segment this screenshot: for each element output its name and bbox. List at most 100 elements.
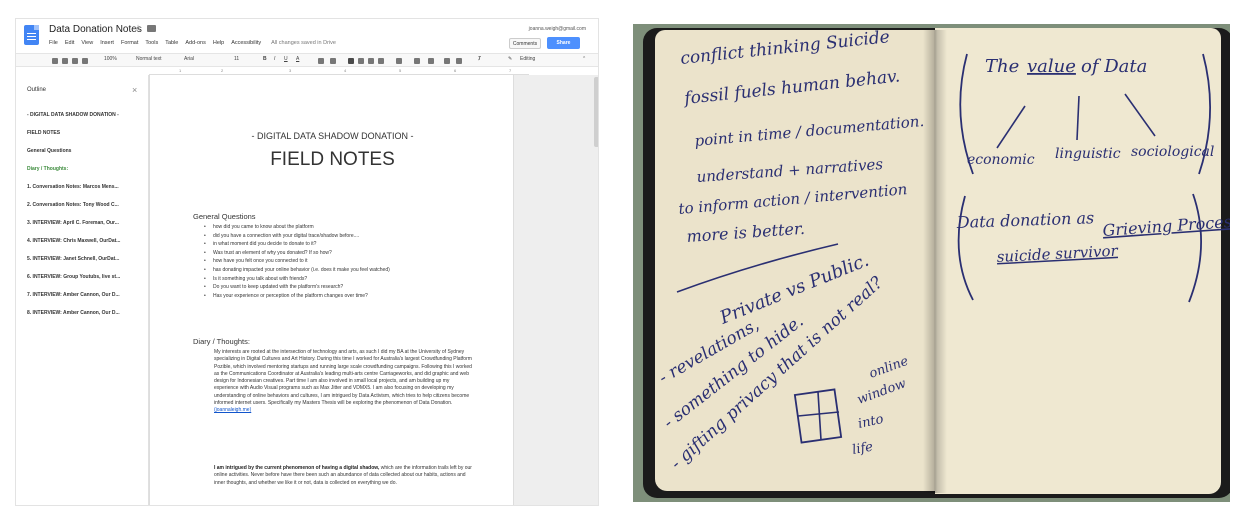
link-icon[interactable]	[318, 58, 324, 64]
menu-insert[interactable]: Insert	[100, 40, 114, 46]
docs-logo-icon[interactable]	[24, 25, 39, 45]
diary-paragraph-1: My interests are rooted at the intersect…	[214, 349, 472, 415]
user-email[interactable]: joanna.weigh@gmail.com	[529, 26, 586, 32]
hw-branch-linguistic: linguistic	[1055, 146, 1121, 162]
ruler-tick: 2	[221, 68, 224, 73]
questions-list: how did you came to know about the platf…	[213, 223, 390, 300]
hw-donation-line-3: suicide survivor	[996, 242, 1119, 266]
list-item: Was trust an element of why you donated?…	[213, 249, 390, 258]
menu-help[interactable]: Help	[213, 40, 224, 46]
outline-panel: Outline × - DIGITAL DATA SHADOW DONATION…	[16, 75, 149, 505]
ruler-tick: 5	[399, 68, 402, 73]
docs-header: Data Donation Notes ☆ File Edit View Ins…	[16, 19, 598, 53]
outline-item[interactable]: Diary / Thoughts:	[27, 166, 145, 172]
website-link[interactable]: (joannaleigh.me)	[214, 407, 251, 413]
list-item: how have you felt once you connected to …	[213, 257, 390, 266]
outline-item[interactable]: 2. Conversation Notes: Tony Wood C...	[27, 202, 145, 208]
hw-title-suffix: of Data	[1081, 56, 1147, 77]
pencil-icon[interactable]: ✎	[508, 56, 512, 62]
diary-paragraph-2: I am intrigued by the current phenomenon…	[214, 465, 472, 487]
bold-icon[interactable]: B	[263, 56, 267, 62]
outline-item[interactable]: - DIGITAL DATA SHADOW DONATION -	[27, 112, 145, 118]
diary-paragraph-2-bold: I am intrigued by the current phenomenon…	[214, 465, 380, 471]
print-icon[interactable]	[52, 58, 58, 64]
hw-line: point in time / documentation.	[694, 112, 925, 150]
menu-table[interactable]: Table	[165, 40, 178, 46]
diary-heading: Diary / Thoughts:	[193, 337, 250, 346]
scrollbar[interactable]	[594, 77, 598, 147]
outline-item[interactable]: General Questions	[27, 148, 145, 154]
align-right-icon[interactable]	[368, 58, 374, 64]
google-docs-screenshot: Data Donation Notes ☆ File Edit View Ins…	[15, 18, 599, 506]
hw-line: life	[851, 439, 874, 457]
save-status[interactable]: All changes saved in Drive	[271, 40, 336, 46]
outline-item[interactable]: 1. Conversation Notes: Marcos Mens...	[27, 184, 145, 190]
outline-item[interactable]: FIELD NOTES	[27, 130, 145, 136]
share-button[interactable]: Share	[547, 37, 580, 49]
style-select[interactable]: Normal text	[136, 56, 162, 62]
close-icon[interactable]: ×	[132, 85, 137, 95]
collapse-icon[interactable]: ⌃	[582, 56, 586, 62]
menu-format[interactable]: Format	[121, 40, 138, 46]
outline-item[interactable]: 7. INTERVIEW: Amber Cannon, Our D...	[27, 292, 145, 298]
italic-icon[interactable]: I	[274, 56, 275, 62]
menu-view[interactable]: View	[81, 40, 93, 46]
numbered-list-icon[interactable]	[414, 58, 420, 64]
outline-item[interactable]: 8. INTERVIEW: Amber Cannon, Our D...	[27, 310, 145, 316]
star-icon[interactable]: ☆	[134, 23, 142, 34]
font-select[interactable]: Arial	[184, 56, 194, 62]
ruler-tick: 1	[179, 68, 182, 73]
menu-accessibility[interactable]: Accessibility	[231, 40, 261, 46]
list-item: did you have a connection with your digi…	[213, 232, 390, 241]
hw-line: understand + narratives	[696, 155, 884, 186]
menu-file[interactable]: File	[49, 40, 58, 46]
document-title[interactable]: Data Donation Notes	[49, 24, 142, 35]
hw-branch-line	[1124, 93, 1156, 137]
hw-line: conflict thinking Suicide	[679, 27, 890, 69]
paint-format-icon[interactable]	[82, 58, 88, 64]
clear-formatting-icon[interactable]: Ⱦ	[478, 56, 481, 62]
outline-item[interactable]: 4. INTERVIEW: Chris Maxwell, OurDat...	[27, 238, 145, 244]
comments-button[interactable]: Comments	[509, 38, 541, 49]
ruler[interactable]: 1 2 3 4 5 6 7	[149, 67, 529, 75]
outline-item[interactable]: 6. INTERVIEW: Group Youtubs, live st...	[27, 274, 145, 280]
bulleted-list-icon[interactable]	[428, 58, 434, 64]
hw-branch-line	[1076, 95, 1080, 141]
line-spacing-icon[interactable]	[396, 58, 402, 64]
justify-icon[interactable]	[378, 58, 384, 64]
menu-bar: File Edit View Insert Format Tools Table…	[49, 40, 336, 46]
menu-addons[interactable]: Add-ons	[185, 40, 206, 46]
comment-icon[interactable]	[330, 58, 336, 64]
menu-edit[interactable]: Edit	[65, 40, 74, 46]
font-size-select[interactable]: 11	[234, 56, 239, 62]
text-color-icon[interactable]: A	[296, 56, 299, 62]
window-sketch	[793, 388, 843, 444]
diary-paragraph-1-text: My interests are rooted at the intersect…	[214, 349, 472, 407]
align-center-icon[interactable]	[358, 58, 364, 64]
undo-icon[interactable]	[62, 58, 68, 64]
outline-item[interactable]: 3. INTERVIEW: April C. Foreman, Our...	[27, 220, 145, 226]
list-item: how did you came to know about the platf…	[213, 223, 390, 232]
list-item: has donating impacted your online behavi…	[213, 266, 390, 275]
increase-indent-icon[interactable]	[456, 58, 462, 64]
underline-icon[interactable]: U	[284, 56, 288, 62]
hw-line: window	[855, 376, 908, 408]
hw-title-prefix: The	[985, 56, 1019, 77]
decrease-indent-icon[interactable]	[444, 58, 450, 64]
ruler-tick: 3	[289, 68, 292, 73]
hw-donation-line-1: Data donation as	[955, 208, 1094, 232]
composite-image: Data Donation Notes ☆ File Edit View Ins…	[0, 0, 1258, 524]
folder-icon[interactable]	[147, 25, 156, 32]
outline-item[interactable]: 5. INTERVIEW: Janet Schnell, OurDat...	[27, 256, 145, 262]
list-item: Is it something you talk about with frie…	[213, 275, 390, 284]
hw-line: fossil fuels human behav.	[681, 66, 901, 109]
align-left-icon[interactable]	[348, 58, 354, 64]
list-item: Has your experience or perception of the…	[213, 292, 390, 301]
zoom-select[interactable]: 100%	[104, 56, 117, 62]
redo-icon[interactable]	[72, 58, 78, 64]
editing-mode-select[interactable]: Editing	[520, 56, 535, 62]
hw-line: more is better.	[686, 219, 805, 246]
menu-tools[interactable]: Tools	[145, 40, 158, 46]
ruler-tick: 6	[454, 68, 457, 73]
document-page[interactable]: - DIGITAL DATA SHADOW DONATION - FIELD N…	[149, 75, 514, 505]
